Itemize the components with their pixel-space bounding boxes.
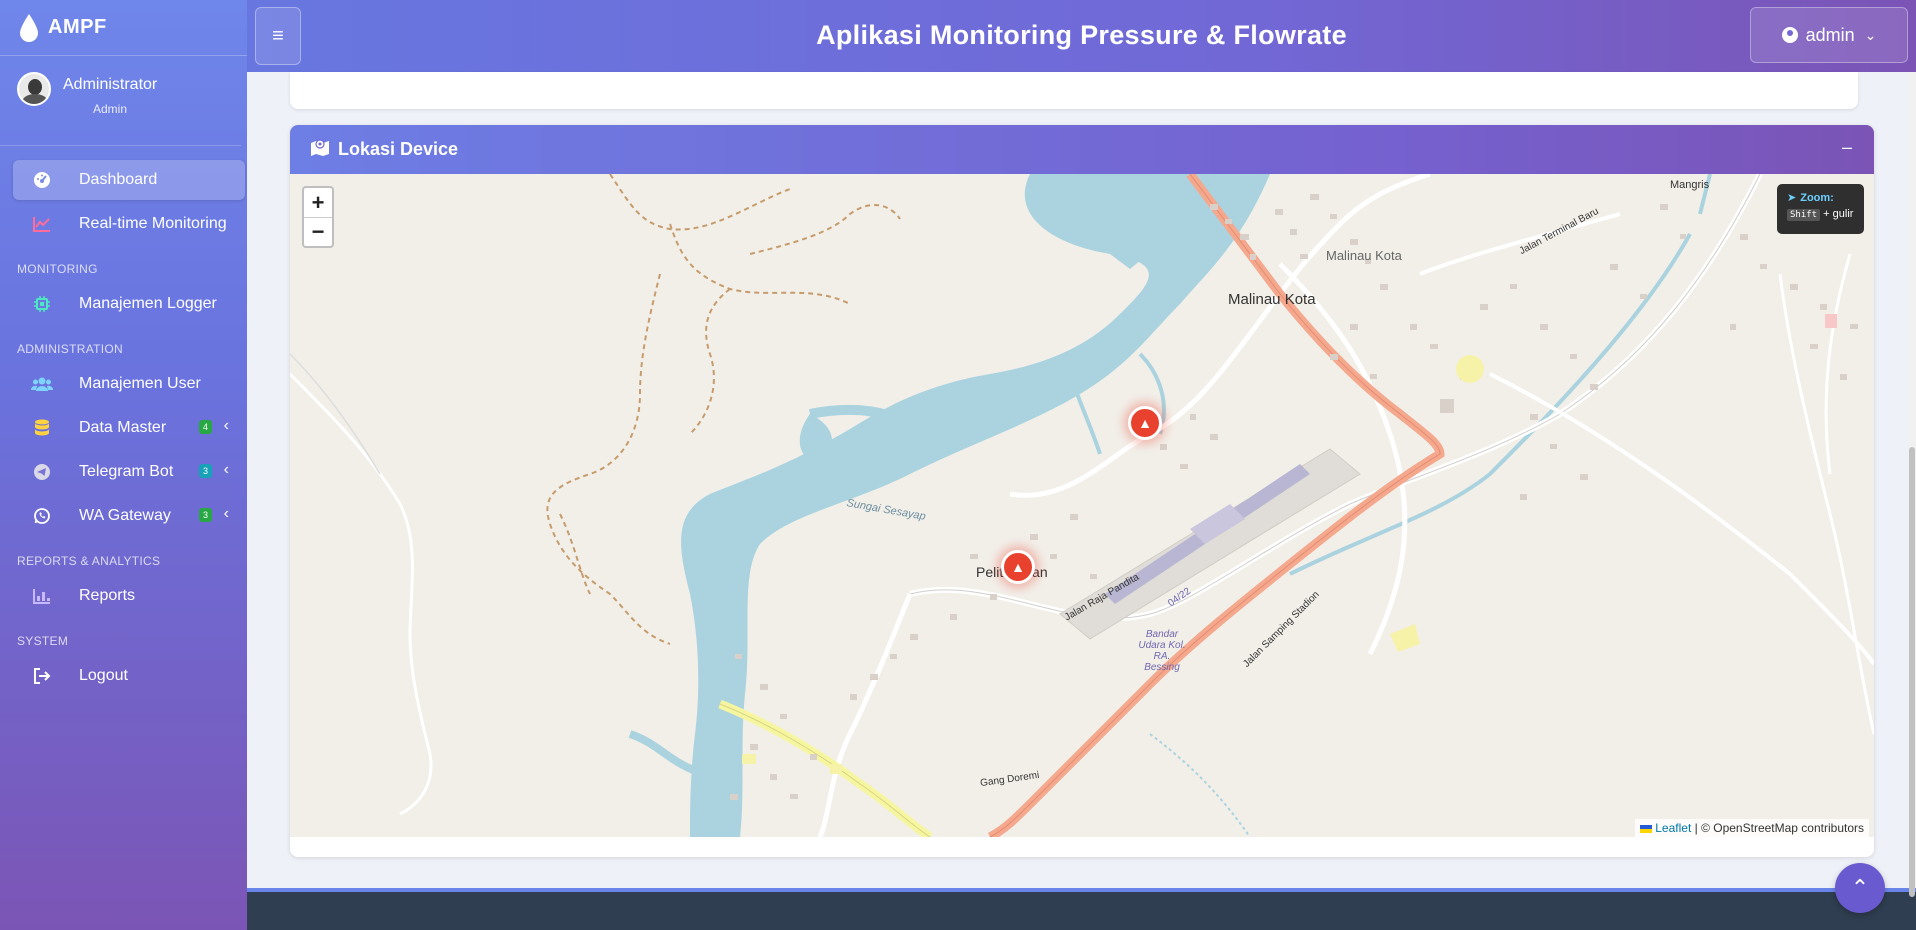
gauge-icon (31, 169, 53, 191)
sidebar-item-label: Reports (79, 587, 136, 604)
map-marked-icon (310, 138, 330, 161)
device-marker-alert[interactable]: ▲ (1128, 406, 1162, 440)
user-circle-icon (1781, 27, 1798, 43)
chevron-down-icon: ⌄ (1864, 26, 1877, 43)
nav-section-administration: ADMINISTRATION (17, 342, 123, 356)
chevron-left-icon: ‹ (223, 417, 229, 434)
sidebar-item-dashboard[interactable]: Dashboard (13, 160, 245, 200)
zoom-hint-title: Zoom: (1800, 192, 1834, 204)
sidebar-item-data-master[interactable]: Data Master 4 ‹ (13, 408, 245, 448)
whatsapp-icon (31, 505, 53, 527)
page-title: Aplikasi Monitoring Pressure & Flowrate (816, 20, 1347, 50)
page-scrollbar[interactable] (1908, 72, 1916, 897)
user-panel: Administrator Admin (0, 56, 241, 146)
zoom-hint: ➤ Zoom: Shift + gulir (1777, 184, 1864, 234)
logout-icon (31, 665, 53, 687)
bar-chart-icon (31, 585, 53, 607)
badge-count: 3 (198, 464, 212, 478)
telegram-icon (31, 461, 53, 483)
scrollbar-thumb[interactable] (1909, 447, 1915, 897)
map-view[interactable]: Malinau Kota Malinau Kota Pelita Baan Su… (290, 174, 1874, 837)
sidebar-item-label: Manajemen User (79, 375, 201, 392)
previous-card (290, 72, 1858, 109)
nav-section-system: SYSTEM (17, 634, 69, 648)
zoom-hint-key: Shift (1787, 209, 1821, 221)
device-marker-alert[interactable]: ▲ (1001, 550, 1035, 584)
sidebar-item-reports[interactable]: Reports (13, 576, 245, 616)
map-attribution: Leaflet | © OpenStreetMap contributors (1634, 819, 1869, 837)
sidebar-item-label: Telegram Bot (79, 463, 174, 480)
card-header: Lokasi Device – (290, 125, 1874, 174)
place-label: Malinau Kota (1326, 248, 1402, 263)
sidebar-item-label: Dashboard (79, 171, 158, 188)
zoom-out-button[interactable]: − (304, 217, 332, 246)
cursor-icon: ➤ (1787, 192, 1797, 204)
brand[interactable]: AMPF (0, 0, 247, 56)
avatar (17, 72, 51, 106)
flag-icon (1639, 824, 1652, 833)
sidebar-item-label: WA Gateway (79, 507, 171, 524)
warning-triangle-icon: ▲ (1011, 559, 1025, 575)
users-icon (31, 373, 53, 395)
sidebar-item-realtime[interactable]: Real-time Monitoring (13, 204, 245, 244)
database-icon (31, 417, 53, 439)
footer (247, 888, 1916, 930)
place-label: Malinau Kota (1228, 291, 1316, 308)
sidebar-item-telegram[interactable]: Telegram Bot 3 ‹ (13, 452, 245, 492)
leaflet-link[interactable]: Leaflet (1655, 821, 1691, 835)
chevron-left-icon: ‹ (223, 461, 229, 478)
card-title: Lokasi Device (338, 139, 459, 159)
account-name: admin (1805, 24, 1855, 45)
water-drop-icon (20, 13, 38, 42)
sidebar: AMPF Administrator Admin Dashboard Real-… (0, 0, 247, 930)
topbar: ≡ Aplikasi Monitoring Pressure & Flowrat… (247, 0, 1916, 72)
sidebar-item-users[interactable]: Manajemen User (13, 364, 245, 404)
attribution-text: | © OpenStreetMap contributors (1694, 821, 1864, 835)
microchip-icon (31, 293, 53, 315)
sidebar-item-label: Data Master (79, 419, 167, 436)
place-label: Mangris (1670, 179, 1710, 191)
nav-section-reports: REPORTS & ANALYTICS (17, 554, 161, 568)
user-name[interactable]: Administrator (63, 76, 157, 94)
account-dropdown-button[interactable]: admin ⌄ (1750, 7, 1908, 63)
zoom-control: + − (302, 186, 334, 248)
map-tiles (290, 174, 1874, 837)
user-role: Admin (93, 102, 128, 116)
warning-triangle-icon: ▲ (1138, 415, 1152, 431)
badge-count: 3 (198, 508, 212, 522)
sidebar-item-label: Real-time Monitoring (79, 215, 227, 232)
badge-count: 4 (198, 420, 212, 434)
sidebar-item-logout[interactable]: Logout (13, 656, 245, 696)
sidebar-item-label: Manajemen Logger (79, 295, 217, 312)
line-chart-icon (31, 213, 53, 235)
nav-section-monitoring: MONITORING (17, 262, 98, 276)
collapse-button[interactable]: – (1842, 137, 1852, 158)
sidebar-item-logger[interactable]: Manajemen Logger (13, 284, 245, 324)
zoom-hint-text: + gulir (1823, 208, 1854, 220)
device-location-card: Lokasi Device – Malinau Kota Malinau Kot… (290, 125, 1874, 857)
sidebar-nav: Dashboard Real-time Monitoring MONITORIN… (0, 146, 247, 696)
zoom-in-button[interactable]: + (304, 188, 332, 217)
chevron-left-icon: ‹ (223, 505, 229, 522)
sidebar-item-wa-gateway[interactable]: WA Gateway 3 ‹ (13, 496, 245, 536)
airport-label: Bandar Udara Kol. RA. Bessing (1138, 629, 1186, 673)
sidebar-item-label: Logout (79, 667, 128, 684)
chevron-up-icon: ⌃ (1850, 875, 1870, 900)
brand-name: AMPF (48, 16, 107, 38)
scroll-to-top-button[interactable]: ⌃ (1835, 863, 1885, 913)
